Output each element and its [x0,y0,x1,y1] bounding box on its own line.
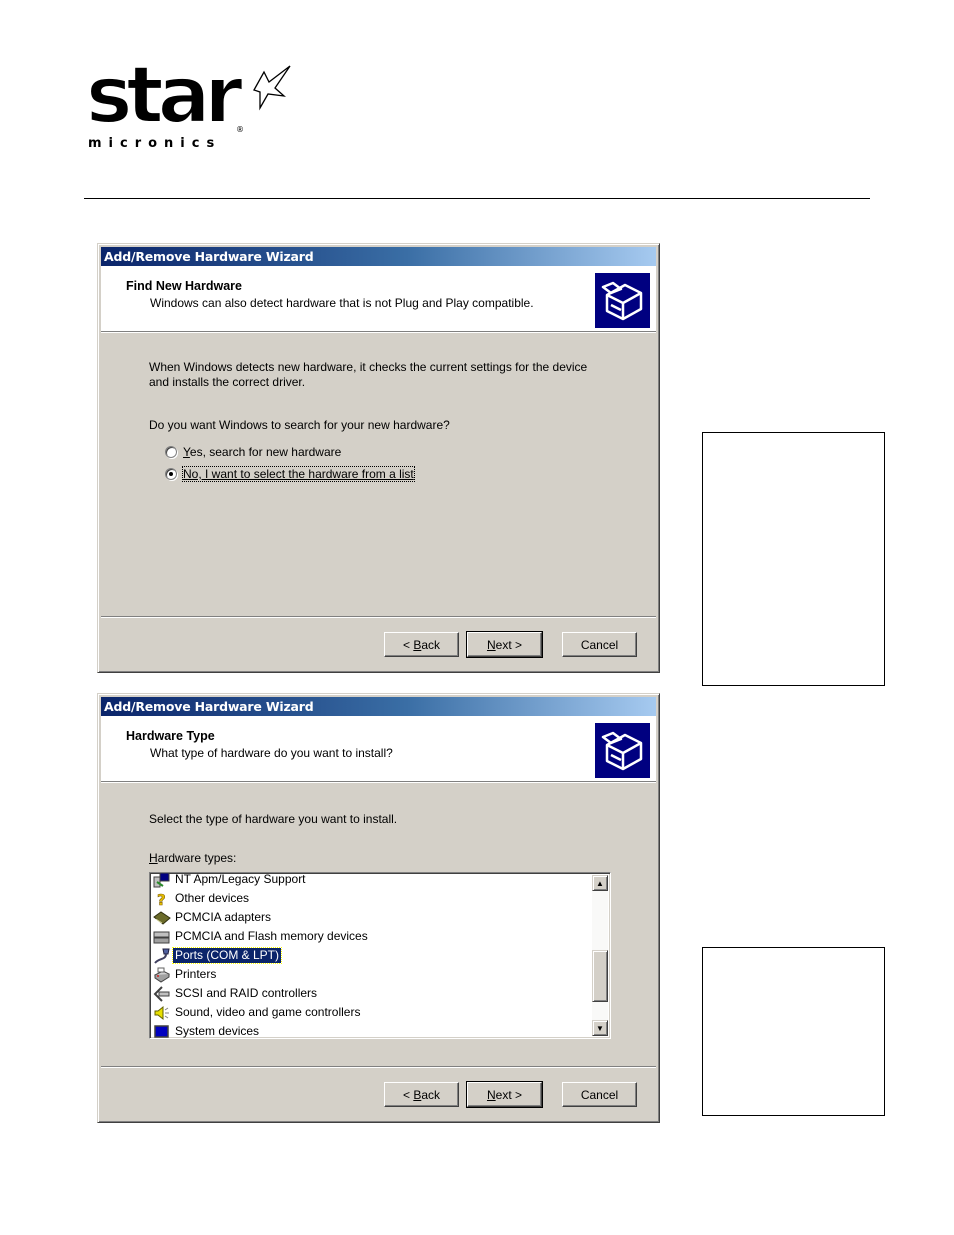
list-item-label: Sound, video and game controllers [175,1005,361,1019]
list-item-label: NT Apm/Legacy Support [175,872,306,886]
wizard-header-subtitle: What type of hardware do you want to ins… [150,746,393,760]
logo-graphic: star ® micronics [85,50,291,151]
wizard-header-subtitle: Windows can also detect hardware that is… [150,296,534,310]
wizard-header-title: Hardware Type [126,729,215,743]
port-connector-icon [153,948,171,964]
radio-label: Yes, search for new hardware [183,445,341,459]
list-item-label: PCMCIA adapters [175,910,272,924]
next-button[interactable]: Next > [466,1081,543,1108]
wizard-dialog-find-new-hardware: Add/Remove Hardware Wizard Find New Hard… [97,243,660,673]
intro-line-1: When Windows detects new hardware, it ch… [149,360,588,374]
list-item-label: Ports (COM & LPT) [171,947,283,964]
next-label: ext > [495,637,523,652]
question-mark-icon: ? [153,890,171,909]
footer-separator [101,616,656,618]
next-label: ext > [495,1087,523,1102]
scroll-down-button[interactable]: ▼ [592,1020,608,1036]
speaker-icon [153,1005,171,1021]
dialog-titlebar[interactable]: Add/Remove Hardware Wizard [101,247,656,266]
dialog-titlebar[interactable]: Add/Remove Hardware Wizard [101,697,656,716]
flash-memory-icon [153,929,171,945]
back-prefix: < [402,637,414,652]
wizard-header: Hardware Type What type of hardware do y… [101,716,656,783]
vertical-scrollbar[interactable]: ▲ ▼ [592,875,608,1036]
accelerator-key: H [149,851,158,865]
list-item-label: Printers [175,967,217,981]
accelerator-key: N [486,637,496,652]
list-item-label: Other devices [175,891,250,905]
back-button[interactable]: < Back [384,632,459,657]
list-item[interactable]: Printers [153,965,590,984]
cancel-button[interactable]: Cancel [562,1082,637,1107]
logo-tagline: micronics [88,136,221,151]
search-question: Do you want Windows to search for your n… [149,418,450,432]
list-item-label: SCSI and RAID controllers [175,986,318,1000]
back-label: ack [421,1087,441,1102]
list-item-selected[interactable]: Ports (COM & LPT) [153,946,590,965]
arrow-down-icon: ▼ [596,1023,604,1033]
system-devices-icon [153,1024,171,1039]
legacy-computer-icon [153,873,171,888]
wizard-header: Find New Hardware Windows can also detec… [101,266,656,333]
list-item[interactable]: NT Apm/Legacy Support [153,872,590,889]
back-label: ack [421,637,441,652]
accelerator-key: B [413,637,422,652]
registered-mark: ® [236,125,244,134]
list-item[interactable]: PCMCIA and Flash memory devices [153,927,590,946]
intro-paragraph: When Windows detects new hardware, it ch… [149,360,587,390]
wizard-header-title: Find New Hardware [126,279,242,293]
pcmcia-card-icon [153,910,171,926]
star-swoosh-icon [253,65,291,111]
accelerator-key: Y [183,445,190,459]
radio-label: No, I want to select the hardware from a… [182,466,415,482]
radio-no-select-from-list[interactable]: No, I want to select the hardware from a… [165,466,415,482]
radio-button-checked[interactable] [165,468,177,480]
list-item[interactable]: PCMCIA adapters [153,908,590,927]
arrow-up-icon: ▲ [596,878,604,888]
accelerator-key: N [486,1087,496,1102]
list-item[interactable]: ? Other devices [153,889,590,909]
svg-text:?: ? [157,891,166,907]
accelerator-key: B [413,1087,422,1102]
list-item-label: PCMCIA and Flash memory devices [175,929,368,943]
footer-separator [101,1066,656,1068]
label-text: es, search for new hardware [189,445,342,459]
wizard-dialog-hardware-type: Add/Remove Hardware Wizard Hardware Type… [97,693,660,1123]
back-button[interactable]: < Back [384,1082,459,1107]
callout-box [702,947,885,1116]
instruction-text: Select the type of hardware you want to … [149,812,398,826]
scrollbar-thumb[interactable] [592,950,608,1002]
intro-line-2: and installs the correct driver. [149,375,306,389]
label-text: ardware types: [157,851,237,865]
cancel-button[interactable]: Cancel [562,632,637,657]
printer-icon [153,967,171,983]
back-prefix: < [402,1087,414,1102]
star-micronics-logo: star ® micronics [85,50,296,152]
header-divider [84,198,870,199]
list-item-label: System devices [175,1024,260,1038]
logo-wordmark: star [86,60,243,141]
radio-yes-search[interactable]: Yes, search for new hardware [165,444,341,460]
hardware-types-label: Hardware types: [149,851,236,866]
callout-box [702,432,885,686]
list-item[interactable]: Sound, video and game controllers [153,1003,590,1022]
hardware-wizard-icon [595,723,650,778]
hardware-types-listbox[interactable]: NT Apm/Legacy Support ? Other devices PC… [149,872,611,1039]
next-button[interactable]: Next > [466,631,543,658]
list-item[interactable]: SCSI and RAID controllers [153,984,590,1003]
scsi-icon [153,985,171,1002]
list-item[interactable]: System devices [153,1022,590,1039]
hardware-wizard-icon [595,273,650,328]
radio-button[interactable] [165,446,177,458]
scroll-up-button[interactable]: ▲ [592,875,608,891]
